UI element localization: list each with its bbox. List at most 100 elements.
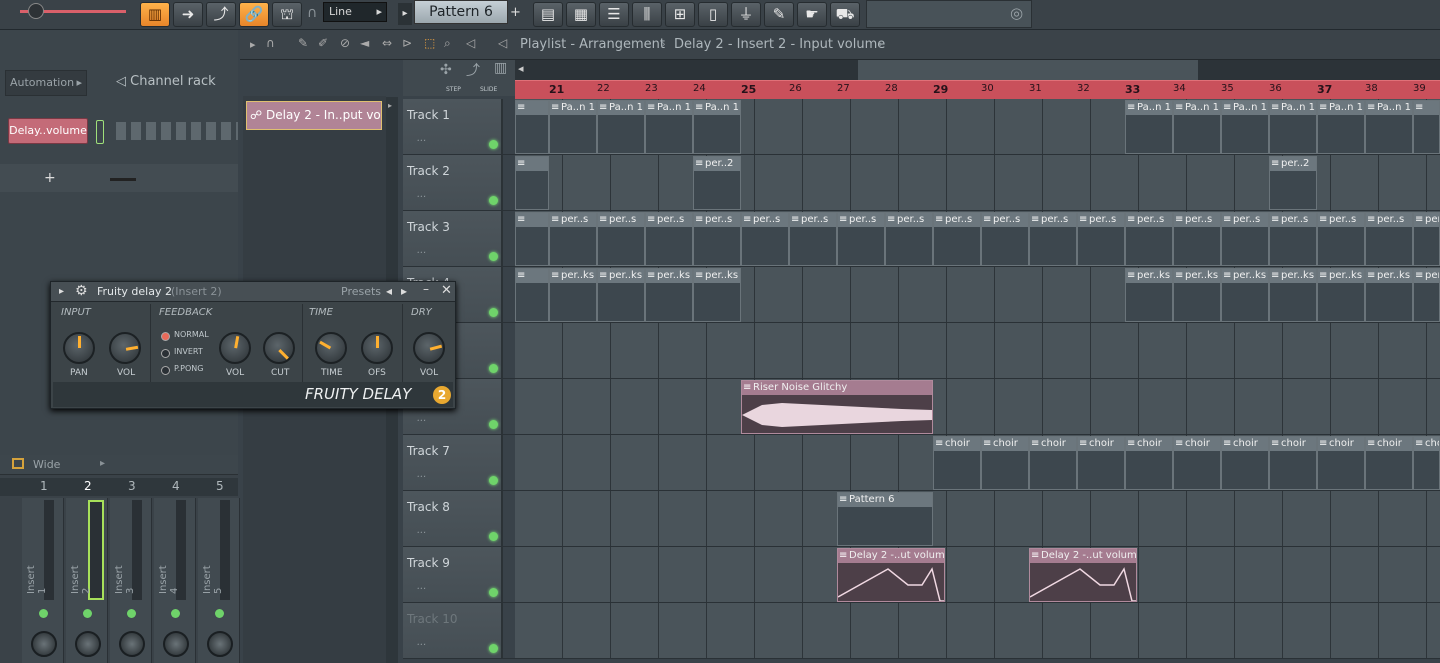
pencil-icon[interactable]: ✎ — [298, 36, 308, 50]
hand-icon[interactable]: ☛ — [797, 2, 827, 27]
timeline-ruler[interactable]: 21 22 23 24 25 26 27 28 29 30 31 32 33 3… — [515, 80, 1440, 99]
preset-next-icon[interactable]: ▸ — [401, 284, 407, 298]
track-lane[interactable] — [515, 323, 1440, 378]
browser-icon[interactable]: ▯ — [698, 2, 728, 27]
pattern-clip[interactable]: per..ks — [1365, 268, 1413, 322]
step-buttons[interactable] — [116, 122, 238, 140]
pattern-selector[interactable]: Pattern 6 — [414, 0, 508, 24]
globe-icon[interactable]: ◎ — [1010, 4, 1023, 22]
pattern-clip[interactable]: per..s — [789, 212, 837, 266]
brush-icon[interactable]: ✐ — [318, 36, 328, 50]
microphone-icon[interactable]: ✎ — [764, 2, 794, 27]
pattern-clip[interactable] — [1413, 100, 1440, 154]
scroll-left-arrow[interactable]: ◂ — [518, 62, 524, 75]
pattern-clip[interactable]: per..s — [933, 212, 981, 266]
insert-strip-2[interactable]: Insert 2 — [66, 498, 108, 663]
pattern-clip[interactable]: choir — [1221, 436, 1269, 490]
track-mute-led[interactable] — [489, 420, 498, 429]
track-lane[interactable] — [515, 603, 1440, 658]
pattern-clip[interactable]: choir — [1269, 436, 1317, 490]
track-lane[interactable]: per..2 per..2 — [515, 155, 1440, 210]
scroll-handle[interactable] — [110, 178, 136, 181]
pattern-clip[interactable]: per..ks — [693, 268, 741, 322]
dry-vol-knob[interactable] — [413, 332, 445, 364]
mixer-mode[interactable]: Wide — [33, 458, 60, 471]
pattern-clip[interactable]: per..s — [1173, 212, 1221, 266]
ofs-knob[interactable] — [361, 332, 393, 364]
pan-knob[interactable] — [63, 332, 95, 364]
pattern-clip[interactable]: choir — [1413, 436, 1440, 490]
track-mute-led[interactable] — [489, 588, 498, 597]
playback-icon[interactable]: ◁ — [466, 36, 475, 50]
channel-rack-title[interactable]: ◁ Channel rack — [116, 74, 216, 89]
pattern-clip[interactable]: per..s — [1365, 212, 1413, 266]
pattern-clip[interactable]: choir — [1317, 436, 1365, 490]
track-lane[interactable]: Riser Noise Glitchy — [515, 379, 1440, 434]
pattern-clip[interactable]: per..2 — [1269, 156, 1317, 210]
pattern-clip[interactable]: Pa..n 1 — [645, 100, 693, 154]
arrow-right-icon[interactable]: ➜ — [173, 2, 203, 27]
chevron-right-icon[interactable]: ▸ — [59, 286, 64, 297]
pattern-clip[interactable]: per..ks — [1173, 268, 1221, 322]
feedback-vol-knob[interactable] — [219, 332, 251, 364]
mode-invert-radio[interactable] — [161, 349, 170, 358]
pattern-clip[interactable]: choir — [1077, 436, 1125, 490]
pattern-clip[interactable]: per..s — [981, 212, 1029, 266]
pattern-clip[interactable]: choir — [1365, 436, 1413, 490]
pattern-prev-button[interactable]: ▸ — [398, 3, 412, 25]
stamp-icon[interactable]: ⛫ — [272, 2, 302, 27]
slice-icon[interactable]: ⊳ — [402, 36, 412, 50]
close-icon[interactable]: ✕ — [441, 283, 452, 298]
track-header[interactable]: Track 3... — [403, 211, 503, 266]
pattern-clip[interactable]: per..s — [1077, 212, 1125, 266]
track-lane[interactable]: Delay 2 -..ut volume Delay 2 -..ut volum… — [515, 547, 1440, 602]
pattern-clip[interactable] — [515, 100, 549, 154]
input-vol-knob[interactable] — [109, 332, 141, 364]
keyboard-icon[interactable]: ▥ — [494, 60, 507, 76]
add-channel-button[interactable]: + — [44, 170, 56, 186]
mixer-view-icon[interactable] — [12, 458, 24, 469]
track-mute-led[interactable] — [489, 140, 498, 149]
track-mute-led[interactable] — [489, 476, 498, 485]
track-header[interactable]: Track 9... — [403, 547, 503, 602]
plug-icon[interactable]: ⏚ — [731, 2, 761, 27]
pattern-clip[interactable]: Pa..n 1 — [1221, 100, 1269, 154]
mode-pingpong-radio[interactable] — [161, 366, 170, 375]
track-lane[interactable]: per..ks per..ks per..ks per..ks per..ks … — [515, 267, 1440, 322]
gear-icon[interactable]: ⚙ — [75, 283, 88, 299]
pattern-clip[interactable]: per..ks — [597, 268, 645, 322]
pattern-clip[interactable]: per..ks — [1413, 268, 1440, 322]
pattern-clip[interactable]: Pa..n 1 — [549, 100, 597, 154]
pattern-clip[interactable]: per..s — [1029, 212, 1077, 266]
add-pattern-button[interactable]: + — [510, 3, 524, 23]
track-header[interactable]: Track 1... — [403, 99, 503, 154]
plugin-title-bar[interactable]: ▸ ⚙ Fruity delay 2 (Insert 2) Presets ◂ … — [51, 282, 455, 302]
track-lane[interactable]: Pattern 6 — [515, 491, 1440, 546]
track-lane[interactable]: choir choir choir choir choir choir choi… — [515, 435, 1440, 490]
track-header[interactable]: Track 8... — [403, 491, 503, 546]
channel-rack-icon[interactable]: ☰ — [599, 2, 629, 27]
audio-clip[interactable]: Riser Noise Glitchy — [741, 380, 933, 434]
track-mute-led[interactable] — [489, 532, 498, 541]
pattern-clip[interactable]: choir — [1125, 436, 1173, 490]
piano-icon[interactable]: ▥ — [140, 2, 170, 27]
pattern-clip[interactable] — [515, 212, 549, 266]
mode-normal-radio[interactable] — [161, 332, 170, 341]
pattern-clip[interactable]: Pa..n 1 — [1365, 100, 1413, 154]
chevron-right-icon[interactable]: ▸ — [100, 458, 105, 469]
zoom-icon[interactable]: ⌕ — [444, 36, 451, 51]
pattern-clip[interactable]: per..ks — [1317, 268, 1365, 322]
selected-clip-source[interactable]: ☍ Delay 2 - In..put volume — [246, 101, 382, 130]
pattern-clip[interactable]: per..s — [1269, 212, 1317, 266]
select-icon[interactable]: ⬚ — [424, 36, 435, 50]
insert-strip-3[interactable]: Insert 3 — [110, 498, 152, 663]
pattern-clip[interactable]: per..ks — [1221, 268, 1269, 322]
track-mute-led[interactable] — [489, 644, 498, 653]
automation-clip[interactable]: Delay 2 -..ut volume — [1029, 548, 1137, 602]
mixer-channel-4[interactable]: 4 — [172, 479, 180, 493]
master-volume-knob[interactable] — [28, 3, 44, 19]
track-lane[interactable]: Pa..n 1 Pa..n 1 Pa..n 1 Pa..n 1 Pa..n 1 … — [515, 99, 1440, 154]
pattern-clip[interactable]: Pa..n 1 — [1125, 100, 1173, 154]
plugin-picker-icon[interactable]: ⊞ — [665, 2, 695, 27]
pattern-clip[interactable]: Pa..n 1 — [597, 100, 645, 154]
